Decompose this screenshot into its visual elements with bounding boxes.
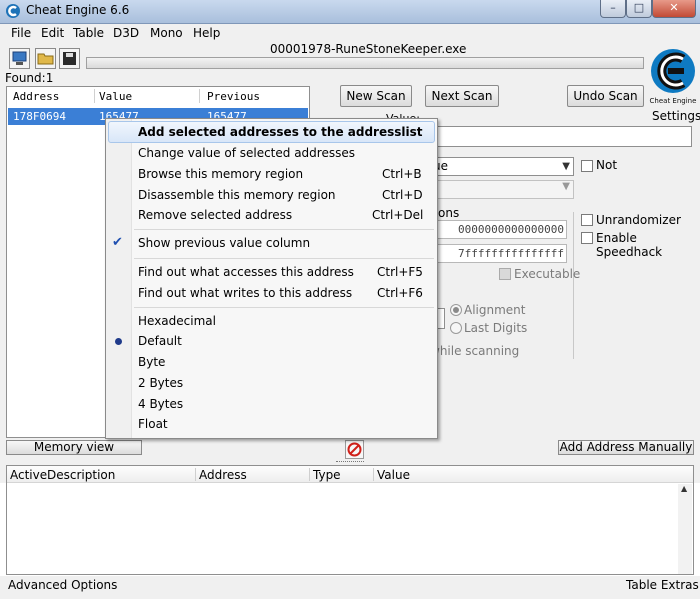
chevron-down-icon: ▼ [562,181,570,192]
header-active[interactable]: Active [10,468,47,482]
unrandomizer-label: Unrandomizer [596,213,681,227]
menu-item-float[interactable]: Float [138,417,168,431]
start-address-field[interactable]: 0000000000000000 [430,220,567,239]
results-header-previous[interactable]: Previous [207,90,260,103]
menu-item-4-bytes[interactable]: 4 Bytes [138,397,183,411]
menu-mono[interactable]: Mono [150,26,183,40]
menu-item-browse[interactable]: Browse this memory region [138,167,303,181]
chevron-down-icon: ▼ [562,161,570,172]
group-border [573,212,574,359]
memory-view-button[interactable]: Memory view [6,440,142,455]
maximize-button[interactable]: □ [626,0,652,18]
logo-text: Cheat Engine [650,97,697,105]
unrandomizer-checkbox[interactable] [581,214,593,226]
open-process-button[interactable] [9,48,30,69]
not-checkbox[interactable] [581,160,593,172]
undo-scan-button[interactable]: Undo Scan [567,85,644,107]
result-address: 178F0694 [13,110,66,123]
executable-label: Executable [514,267,581,281]
not-label: Not [596,158,618,172]
scroll-up-icon[interactable]: ▲ [681,484,687,493]
menu-d3d[interactable]: D3D [113,26,139,40]
menu-item-disassemble[interactable]: Disassemble this memory region [138,188,336,202]
value-input[interactable] [430,126,692,147]
menu-item-2-bytes[interactable]: 2 Bytes [138,376,183,390]
splitter-handle[interactable] [336,461,364,463]
radio-selected-dot [453,307,459,313]
next-scan-button[interactable]: Next Scan [425,85,499,107]
close-button[interactable]: ✕ [652,0,696,18]
scan-type-select[interactable]: ue ▼ [430,157,574,176]
menu-item-show-previous[interactable]: Show previous value column [138,236,310,250]
radio-selected-icon [115,338,122,345]
column-separator [373,468,374,481]
menu-help[interactable]: Help [193,26,220,40]
last-digits-label: Last Digits [464,321,528,335]
floppy-disk-icon [63,52,76,65]
save-button[interactable] [59,48,80,69]
menu-bar [0,24,700,43]
clear-list-button[interactable] [345,440,364,459]
menu-item-hexadecimal[interactable]: Hexadecimal [138,314,216,328]
checkmark-icon: ✔ [112,235,123,250]
speedhack-checkbox[interactable] [581,232,593,244]
menu-item-find-accesses[interactable]: Find out what accesses this address [138,265,354,279]
menu-table[interactable]: Table [73,26,104,40]
shortcut-browse: Ctrl+B [382,167,422,181]
header-type[interactable]: Type [313,468,341,482]
settings-link[interactable]: Settings [652,109,700,123]
results-header-address[interactable]: Address [13,90,59,103]
header-address[interactable]: Address [199,468,247,482]
minimize-button[interactable]: – [600,0,626,18]
scan-progress-bar [86,57,644,69]
column-separator [309,468,310,481]
folder-icon [37,53,54,65]
cheat-engine-logo[interactable]: Cheat Engine [648,45,698,107]
no-entry-icon [347,442,362,457]
menu-edit[interactable]: Edit [41,26,64,40]
column-separator [199,89,200,103]
pause-while-scanning-label: while scanning [430,344,520,358]
context-menu-gutter [106,119,132,438]
window-title: Cheat Engine 6.6 [26,3,130,17]
menu-file[interactable]: File [11,26,31,40]
alignment-label: Alignment [464,303,526,317]
menu-separator [134,229,434,230]
stop-address-field[interactable]: 7fffffffffffffff [430,244,567,263]
cheat-engine-icon [6,4,20,18]
vertical-scrollbar[interactable]: ▲ [678,484,692,574]
menu-separator [134,307,434,308]
column-separator [94,89,95,103]
shortcut-find-writes: Ctrl+F6 [377,286,423,300]
menu-item-byte[interactable]: Byte [138,355,165,369]
open-file-button[interactable] [35,48,56,69]
add-address-manually-button[interactable]: Add Address Manually [558,440,694,455]
column-separator [195,468,196,481]
speedhack-label: Enable Speedhack [596,231,663,259]
results-header-value[interactable]: Value [99,90,132,103]
menu-item-find-writes[interactable]: Find out what writes to this address [138,286,352,300]
table-extras-link[interactable]: Table Extras [626,578,699,592]
advanced-options-link[interactable]: Advanced Options [8,578,117,592]
menu-separator [134,258,434,259]
header-value[interactable]: Value [377,468,410,482]
executable-checkbox[interactable] [499,268,511,280]
shortcut-find-accesses: Ctrl+F5 [377,265,423,279]
menu-item-default[interactable]: Default [138,334,182,348]
shortcut-remove: Ctrl+Del [372,208,424,222]
computer-icon [12,51,27,65]
process-title: 00001978-RuneStoneKeeper.exe [270,42,467,56]
menu-item-change-value[interactable]: Change value of selected addresses [138,146,355,160]
value-type-select[interactable]: ▼ [430,180,574,199]
found-count: Found:1 [5,71,54,85]
menu-item-add-selected[interactable]: Add selected addresses to the addresslis… [138,125,423,139]
last-digits-radio[interactable] [450,322,462,334]
shortcut-disassemble: Ctrl+D [382,188,423,202]
header-description[interactable]: Description [47,468,115,482]
menu-item-remove[interactable]: Remove selected address [138,208,292,222]
new-scan-button[interactable]: New Scan [340,85,412,107]
